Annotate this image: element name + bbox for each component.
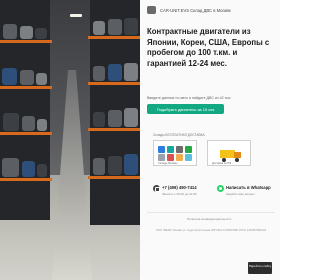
delivery-card[interactable]: Доставка по РФ xyxy=(207,140,251,166)
brand-tile-icon xyxy=(167,146,174,153)
engine-block xyxy=(108,156,122,175)
brand-tile-icon xyxy=(176,146,183,153)
warehouse-photo xyxy=(0,0,140,280)
legal-info: ООО "ВЕЗИ" Москва ул. Судостроительная 1… xyxy=(155,229,267,232)
hero-subtext: Введите данные по авто и найдите ДВС из … xyxy=(147,96,231,100)
rack-beam xyxy=(88,176,140,179)
rack-beam xyxy=(0,40,52,43)
engine-block xyxy=(2,68,17,85)
company-name: CAR-UNIT.EVS Склад ДВС в Москве xyxy=(160,7,231,13)
ceiling-light xyxy=(70,14,82,17)
engine-block xyxy=(36,73,47,85)
engine-block xyxy=(93,21,105,35)
select-engine-button[interactable]: Подобрать двигатель за 15 сек xyxy=(147,104,224,114)
engine-block xyxy=(108,110,122,127)
engine-block xyxy=(93,66,105,81)
whatsapp-icon xyxy=(217,185,224,192)
engine-block xyxy=(124,108,138,127)
engine-block xyxy=(22,161,35,177)
whatsapp-link[interactable]: Написать в Whatsapp xyxy=(226,185,271,190)
site-header: CAR-UNIT.EVS Склад ДВС в Москве xyxy=(147,5,247,15)
rack-beam xyxy=(88,82,140,85)
brand-tile-icon xyxy=(167,154,174,161)
engine-block xyxy=(37,119,47,131)
site-badge[interactable]: Перейти к сайту xyxy=(248,262,272,274)
engine-block xyxy=(2,158,19,177)
brand-tile-icon xyxy=(185,154,192,161)
engine-block xyxy=(108,64,122,81)
hero-headline: Контрактные двигатели из Японии, Кореи, … xyxy=(147,27,270,68)
rack-beam xyxy=(88,36,140,39)
rack-beam xyxy=(0,132,52,135)
brand-tile-icon xyxy=(158,154,165,161)
footer-divider xyxy=(147,212,275,213)
phone-icon xyxy=(153,185,160,192)
engine-block xyxy=(35,28,47,39)
phone-number-link[interactable]: +7 (499) 490-7414 xyxy=(162,185,197,190)
truck-icon xyxy=(220,150,235,158)
rack-beam xyxy=(0,178,52,181)
engine-block xyxy=(124,154,138,175)
rack-beam xyxy=(0,86,52,89)
brand-tile-icon xyxy=(185,146,192,153)
warehouse-card[interactable]: Склады Москвы xyxy=(153,140,197,166)
engine-block xyxy=(108,19,122,35)
wheel-icon xyxy=(235,158,239,162)
logo-icon[interactable] xyxy=(147,6,156,14)
delivery-card-caption: Доставка по РФ xyxy=(212,162,232,165)
engine-block xyxy=(124,63,138,81)
privacy-policy-link[interactable]: Политика конфиденциальности xyxy=(187,217,231,221)
engine-block xyxy=(3,113,19,131)
whatsapp-sub: Задайте ваш вопрос xyxy=(226,192,255,196)
engine-block xyxy=(93,158,105,175)
engine-block xyxy=(22,116,35,131)
engine-block xyxy=(37,164,47,177)
warehouse-card-caption: Склады Москвы xyxy=(158,162,178,165)
phone-hours: Звонить с 09:00 до 21:00 xyxy=(162,192,197,196)
rack-beam xyxy=(88,128,140,131)
partners-label: Склады БЕСПЛАТНАЯ ДОСТАВКА xyxy=(153,133,205,137)
brand-tile-icon xyxy=(158,146,165,153)
engine-block xyxy=(20,26,33,39)
brand-tile-icon xyxy=(176,154,183,161)
engine-block xyxy=(93,112,105,127)
engine-block xyxy=(3,24,17,39)
engine-block xyxy=(20,70,34,85)
engine-block xyxy=(124,18,138,35)
